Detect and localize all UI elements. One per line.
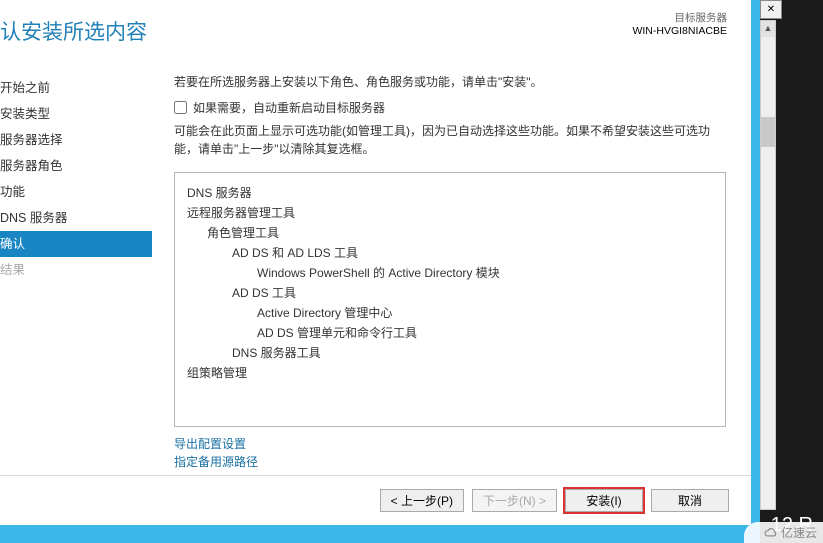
action-links: 导出配置设置 指定备用源路径 bbox=[174, 435, 726, 471]
cloud-icon bbox=[764, 526, 778, 540]
page-title: 认安装所选内容 bbox=[0, 16, 147, 46]
close-icon[interactable]: ✕ bbox=[760, 0, 782, 19]
target-server-name: WIN-HVGI8NIACBE bbox=[632, 25, 727, 37]
background-scrollbar[interactable]: ▲ bbox=[760, 20, 776, 510]
sidebar-item-confirmation[interactable]: 确认 bbox=[0, 231, 152, 257]
previous-button[interactable]: < 上一步(P) bbox=[380, 489, 464, 512]
export-settings-link[interactable]: 导出配置设置 bbox=[174, 435, 726, 453]
tree-item: Active Directory 管理中心 bbox=[257, 303, 713, 323]
wizard-dialog: 认安装所选内容 目标服务器 WIN-HVGI8NIACBE 开始之前 安装类型 … bbox=[0, 0, 751, 525]
main-content: 若要在所选服务器上安装以下角色、角色服务或功能，请单击"安装"。 如果需要，自动… bbox=[152, 55, 751, 475]
tree-item: 远程服务器管理工具 bbox=[187, 203, 713, 223]
tree-item: AD DS 和 AD LDS 工具 bbox=[232, 243, 713, 263]
sidebar-item-server-roles[interactable]: 服务器角色 bbox=[0, 153, 152, 179]
tree-item: DNS 服务器工具 bbox=[232, 343, 713, 363]
sidebar-item-features[interactable]: 功能 bbox=[0, 179, 152, 205]
tree-item: DNS 服务器 bbox=[187, 183, 713, 203]
cancel-button[interactable]: 取消 bbox=[651, 489, 729, 512]
tree-item: AD DS 管理单元和命令行工具 bbox=[257, 323, 713, 343]
tree-item: 组策略管理 bbox=[187, 363, 713, 383]
next-button: 下一步(N) > bbox=[472, 489, 557, 512]
sidebar-item-results: 结果 bbox=[0, 257, 152, 283]
sidebar-item-dns-server[interactable]: DNS 服务器 bbox=[0, 205, 152, 231]
dialog-header: 认安装所选内容 目标服务器 WIN-HVGI8NIACBE bbox=[0, 0, 751, 55]
watermark: 亿速云 bbox=[744, 522, 823, 543]
tree-item: Windows PowerShell 的 Active Directory 模块 bbox=[257, 263, 713, 283]
target-server-block: 目标服务器 WIN-HVGI8NIACBE bbox=[632, 10, 727, 37]
selection-tree: DNS 服务器 远程服务器管理工具 角色管理工具 AD DS 和 AD LDS … bbox=[174, 172, 726, 427]
sidebar-item-install-type[interactable]: 安装类型 bbox=[0, 101, 152, 127]
target-server-label: 目标服务器 bbox=[632, 10, 727, 25]
sidebar-item-before-begin[interactable]: 开始之前 bbox=[0, 75, 152, 101]
auto-restart-label: 如果需要，自动重新启动目标服务器 bbox=[193, 99, 385, 116]
wizard-footer: < 上一步(P) 下一步(N) > 安装(I) 取消 bbox=[0, 475, 751, 525]
scroll-up-icon[interactable]: ▲ bbox=[761, 21, 775, 37]
install-button[interactable]: 安装(I) bbox=[565, 489, 643, 512]
tree-item: 角色管理工具 bbox=[207, 223, 713, 243]
intro-text: 若要在所选服务器上安装以下角色、角色服务或功能，请单击"安装"。 bbox=[174, 73, 726, 91]
tree-item: AD DS 工具 bbox=[232, 283, 713, 303]
sidebar-item-server-selection[interactable]: 服务器选择 bbox=[0, 127, 152, 153]
auto-restart-row[interactable]: 如果需要，自动重新启动目标服务器 bbox=[174, 99, 726, 116]
optional-note: 可能会在此页面上显示可选功能(如管理工具)，因为已自动选择这些功能。如果不希望安… bbox=[174, 122, 726, 158]
wizard-sidebar: 开始之前 安装类型 服务器选择 服务器角色 功能 DNS 服务器 确认 结果 bbox=[0, 55, 152, 475]
auto-restart-checkbox[interactable] bbox=[174, 101, 187, 114]
scroll-thumb[interactable] bbox=[761, 117, 775, 147]
watermark-text: 亿速云 bbox=[781, 526, 817, 540]
alternate-source-link[interactable]: 指定备用源路径 bbox=[174, 453, 726, 471]
